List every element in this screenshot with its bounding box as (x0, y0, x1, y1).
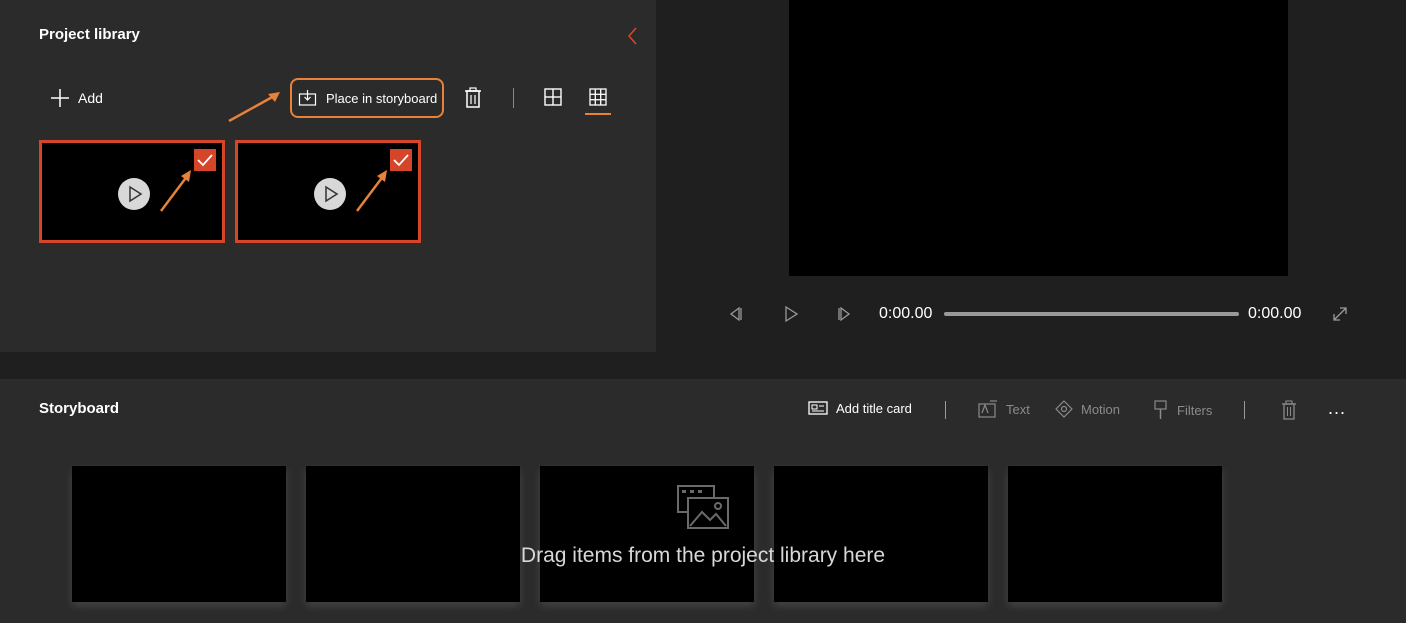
large-grid-icon (544, 88, 562, 106)
filters-button[interactable]: Filters (1153, 400, 1212, 420)
filters-label: Filters (1177, 402, 1213, 418)
expand-button[interactable] (1331, 305, 1349, 328)
selected-checkbox[interactable] (390, 149, 412, 171)
storyboard-slot[interactable] (774, 466, 988, 602)
storyboard-title: Storyboard (39, 400, 120, 417)
place-in-storyboard-button[interactable]: Place in storyboard (290, 78, 444, 118)
plus-icon (51, 89, 69, 107)
motion-icon (1055, 400, 1073, 418)
filters-icon (1154, 400, 1167, 419)
project-library-title: Project library (39, 26, 140, 43)
more-options-button[interactable]: ... (1328, 398, 1346, 419)
total-time: 0:00.00 (1248, 305, 1302, 322)
expand-icon (1333, 307, 1347, 321)
storyboard-delete-button[interactable] (1280, 399, 1298, 421)
library-video-thumbnail[interactable] (39, 140, 225, 243)
motion-label: Motion (1081, 401, 1121, 417)
annotation-arrow-icon (356, 170, 387, 212)
text-button[interactable]: Text (978, 400, 1030, 418)
library-video-thumbnail[interactable] (235, 140, 421, 243)
annotation-arrow-icon (228, 92, 280, 123)
add-button-label: Add (78, 90, 103, 106)
next-frame-icon (838, 306, 851, 322)
add-button[interactable]: Add (50, 84, 103, 112)
previous-frame-button[interactable] (727, 305, 745, 328)
seek-bar[interactable] (944, 312, 1239, 316)
drop-hint-text: Drag items from the project library here (520, 544, 886, 567)
toolbar-divider (1244, 401, 1245, 419)
text-label: Text (1006, 401, 1030, 417)
place-in-storyboard-icon (298, 90, 317, 106)
trash-icon (1282, 400, 1296, 420)
next-frame-button[interactable] (835, 305, 853, 328)
add-title-card-button[interactable]: Add title card (808, 400, 912, 416)
text-icon (978, 400, 997, 418)
toolbar-divider (945, 401, 946, 419)
selected-checkbox[interactable] (194, 149, 216, 171)
small-grid-icon (589, 88, 607, 106)
title-card-icon (808, 401, 828, 415)
previous-frame-icon (729, 306, 742, 322)
play-icon (785, 305, 799, 323)
current-time: 0:00.00 (879, 305, 933, 322)
play-button[interactable] (782, 305, 800, 328)
motion-button[interactable]: Motion (1055, 400, 1120, 418)
collapse-chevron-icon[interactable] (622, 24, 646, 48)
large-grid-view-button[interactable] (542, 86, 564, 108)
add-title-card-label: Add title card (836, 400, 912, 416)
storyboard-slot[interactable] (306, 466, 520, 602)
video-preview (789, 0, 1288, 276)
small-grid-view-button[interactable] (587, 86, 609, 108)
active-view-indicator (585, 113, 611, 115)
media-drop-icon (677, 485, 729, 529)
storyboard-slot[interactable] (1008, 466, 1222, 602)
annotation-arrow-icon (160, 170, 191, 212)
place-in-storyboard-label: Place in storyboard (326, 90, 438, 106)
storyboard-slot[interactable] (72, 466, 286, 602)
toolbar-divider (513, 88, 514, 108)
play-icon (118, 178, 150, 210)
play-icon (314, 178, 346, 210)
trash-icon (465, 87, 481, 108)
library-delete-button[interactable] (462, 86, 484, 110)
